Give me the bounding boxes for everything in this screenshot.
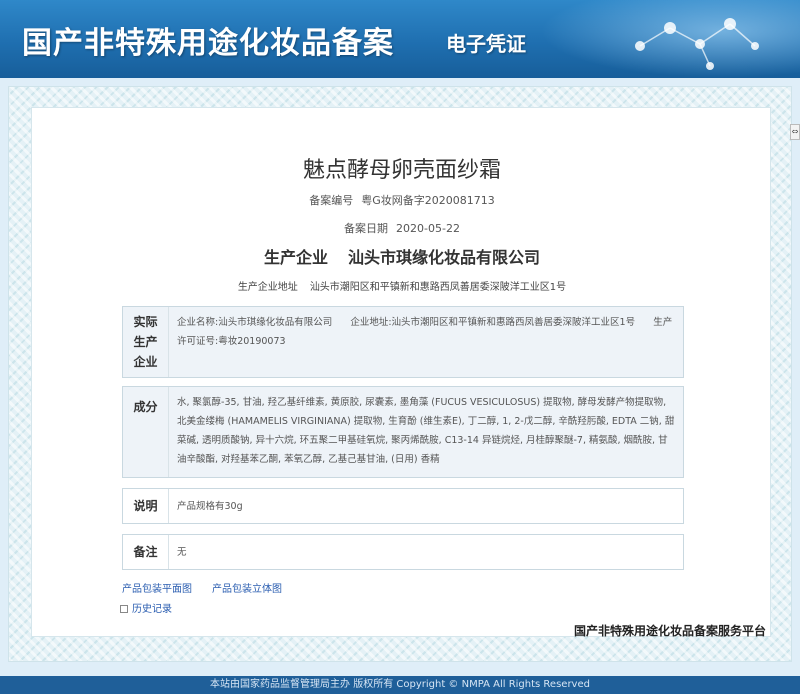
company-name-value: 汕头市琪缘化妆品有限公司 — [218, 317, 333, 328]
remarks-side-label: 备注 — [123, 535, 169, 569]
actual-company-side-label: 实际生产企业 — [123, 307, 169, 377]
record-date-line: 备案日期 2020-05-22 — [32, 220, 772, 236]
history-link[interactable]: 历史记录 — [132, 604, 172, 615]
product-name: 魅点酵母卵壳面纱霜 — [302, 158, 501, 183]
notes-side-label: 说明 — [123, 489, 169, 523]
remarks-text: 无 — [177, 547, 187, 558]
history-record[interactable]: 历史记录 — [120, 600, 172, 615]
actual-company-box: 实际生产企业 企业名称:汕头市琪缘化妆品有限公司 企业地址:汕头市潮阳区和平镇新… — [122, 306, 684, 378]
company-address-value: 汕头市潮阳区和平镇新和惠路西凤善居委深陂洋工业区1号 — [391, 317, 636, 328]
certificate-paper: 魅点酵母卵壳面纱霜 备案编号 粤G妆网备字2020081713 备案日期 2020-… — [31, 107, 772, 638]
page-footer: 本站由国家药品监督管理局主办 版权所有 Copyright © NMPA All… — [0, 676, 800, 694]
certificate-frame: 魅点酵母卵壳面纱霜 备案编号 粤G妆网备字2020081713 备案日期 2020-… — [8, 86, 792, 662]
manufacturer-address-line: 生产企业地址 汕头市潮阳区和平镇新和惠路西凤善居委深陂洋工业区1号 — [32, 278, 772, 293]
record-number-value: 粤G妆网备字2020081713 — [361, 194, 495, 207]
platform-name: 国产非特殊用途化妆品备案服务平台 — [573, 624, 766, 638]
manufacturer-value: 汕头市琪缘化妆品有限公司 — [348, 248, 541, 267]
packaging-3d-view-link[interactable]: 产品包装立体图 — [212, 580, 282, 595]
packaging-flat-view-link[interactable]: 产品包装平面图 — [122, 580, 192, 595]
manufacturer-line: 生产企业 汕头市琪缘化妆品有限公司 — [32, 244, 772, 268]
history-icon — [120, 605, 128, 613]
manufacturer-address-label: 生产企业地址 — [237, 282, 298, 293]
record-number-line: 备案编号 粤G妆网备字2020081713 — [32, 192, 772, 208]
page-subtitle: 电子凭证 — [446, 32, 526, 56]
record-number-label: 备案编号 — [309, 194, 354, 207]
company-address-label: 企业地址: — [350, 317, 392, 328]
side-scroll-tab[interactable]: ⇔ — [790, 124, 800, 140]
page-title: 国产非特殊用途化妆品备案 — [22, 26, 394, 61]
molecule-icon — [635, 18, 759, 70]
record-date-value: 2020-05-22 — [396, 222, 460, 235]
actual-company-body: 企业名称:汕头市琪缘化妆品有限公司 企业地址:汕头市潮阳区和平镇新和惠路西凤善居… — [169, 307, 683, 377]
manufacturer-label: 生产企业 — [263, 248, 328, 267]
ingredients-text: 水, 聚氯醇-35, 甘油, 羟乙基纤维素, 黄原胶, 尿囊素, 墨角藻 (FU… — [177, 397, 675, 465]
actual-company-side-text: 实际生产企业 — [133, 315, 158, 369]
remarks-box: 备注 无 — [122, 534, 684, 570]
notes-text: 产品规格有30g — [177, 501, 243, 512]
license-value: 粤妆20190073 — [218, 336, 286, 347]
company-name-label: 企业名称: — [177, 317, 219, 328]
record-date-label: 备案日期 — [344, 222, 389, 235]
header-banner: 国产非特殊用途化妆品备案 电子凭证 — [0, 0, 800, 78]
ingredients-box: 成分 水, 聚氯醇-35, 甘油, 羟乙基纤维素, 黄原胶, 尿囊素, 墨角藻 … — [122, 386, 684, 478]
ingredients-side-label: 成分 — [123, 387, 169, 477]
notes-box: 说明 产品规格有30g — [122, 488, 684, 524]
manufacturer-address-value: 汕头市潮阳区和平镇新和惠路西凤善居委深陂洋工业区1号 — [309, 282, 567, 293]
